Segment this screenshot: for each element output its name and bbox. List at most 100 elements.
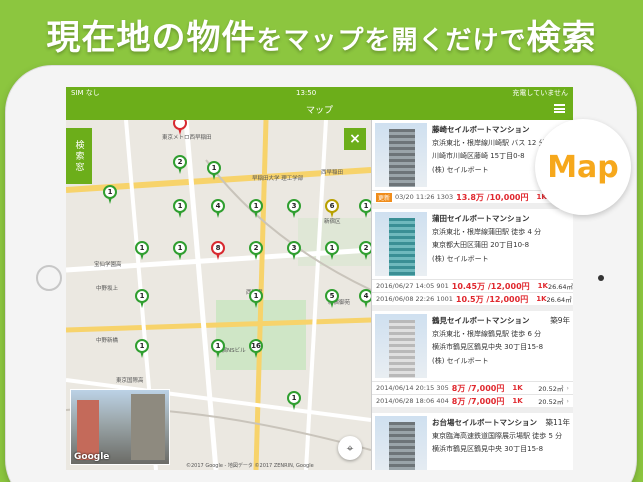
map-badge: Map xyxy=(535,119,631,215)
nav-bar: マップ xyxy=(66,99,573,120)
room-row[interactable]: 2014/06/14 20:15 305 8万 /7,000円 1K 20.52㎡ › xyxy=(372,381,573,394)
map-pin[interactable]: 4 xyxy=(359,289,371,308)
map-pin[interactable]: 1 xyxy=(359,199,371,218)
nav-title: マップ xyxy=(305,106,333,116)
current-location-button[interactable]: ⌖ xyxy=(338,436,362,460)
property-owner: (株) セイルボート xyxy=(432,356,489,365)
property-name: お台場セイルボートマンション xyxy=(432,418,537,427)
map-pin[interactable]: 2 xyxy=(173,155,187,174)
property-card[interactable]: お台場セイルボートマンション 築11年東京臨海高速鉄道国際展示場駅 徒歩 5 分横… xyxy=(372,413,573,470)
map-pin[interactable]: 1 xyxy=(249,289,263,308)
hamburger-menu-icon[interactable] xyxy=(554,104,565,113)
map-place-label: 西早稲田 xyxy=(321,170,344,176)
map-pin[interactable]: 2 xyxy=(249,241,263,260)
room-price: 8万 /7,000円 xyxy=(451,396,505,406)
room-date: 2016/06/08 22:26 1001 xyxy=(376,295,453,303)
map-place-label: 中野新橋 xyxy=(96,338,119,344)
room-layout: 1K xyxy=(537,282,548,290)
room-date: 2014/06/14 20:15 305 xyxy=(376,384,449,392)
room-price: 10.5万 /12,000円 xyxy=(455,294,529,304)
battery-status: 充電していません xyxy=(512,89,568,97)
map-place-label: 新宿区 xyxy=(324,219,341,225)
property-name: 蒲田セイルボートマンション xyxy=(432,214,530,223)
map-place-label: 宝仙学園高 xyxy=(94,262,122,268)
map-pin[interactable]: 1 xyxy=(135,339,149,358)
chevron-right-icon: › xyxy=(566,384,569,392)
map-pin[interactable]: 5 xyxy=(325,289,339,308)
map-pin[interactable]: 1 xyxy=(325,241,339,260)
app-screen: SIM なし 13:50 充電していません マップ 東京メトロ西早稲田 早稲田大学… xyxy=(66,87,573,470)
map-place-label: 東京国際高 xyxy=(116,378,144,384)
property-name: 藤崎セイルボートマンション xyxy=(432,125,530,134)
property-photo xyxy=(375,416,427,470)
room-date: 2016/06/27 14:05 901 xyxy=(376,282,449,290)
room-layout: 1K xyxy=(536,295,547,303)
close-button[interactable]: × xyxy=(344,128,366,150)
map-pin[interactable]: 16 xyxy=(249,339,263,358)
map-view[interactable]: 東京メトロ西早稲田 早稲田大学 理工学部 西早稲田 新宿区 新宿御苑 宝仙学園高 中野坂上新… xyxy=(66,120,371,470)
headline-part3: 検索 xyxy=(526,18,597,58)
room-layout: 1K xyxy=(512,397,523,405)
property-address: 東京都大田区蒲田 20丁目10-8 xyxy=(432,241,530,249)
updated-badge: 更新 xyxy=(376,192,393,202)
carrier-label: SIM なし xyxy=(71,89,100,97)
map-pin[interactable] xyxy=(173,120,187,135)
map-copyright: ©2017 Google - 地図データ ©2017 ZENRIN, Googl… xyxy=(186,463,314,469)
property-access: 東京臨海高速鉄道国際展示場駅 徒歩 5 分 xyxy=(432,431,563,440)
status-bar: SIM なし 13:50 充電していません xyxy=(66,87,573,99)
room-price: 8万 /7,000円 xyxy=(451,383,505,393)
room-row[interactable]: 2016/06/08 22:26 1001 10.5万 /12,000円 1K 26.… xyxy=(372,292,573,305)
property-photo xyxy=(375,314,427,378)
property-age: 築9年 xyxy=(550,316,570,325)
property-age: 築11年 xyxy=(545,418,570,427)
room-price: 10.45万 /12,000円 xyxy=(451,281,530,291)
property-photo xyxy=(375,123,427,187)
map-pin[interactable]: 1 xyxy=(173,241,187,260)
home-button[interactable] xyxy=(36,265,62,291)
room-area: 20.52㎡ xyxy=(538,398,564,406)
chevron-right-icon: › xyxy=(566,397,569,405)
map-pin[interactable]: 3 xyxy=(287,241,301,260)
map-pin[interactable]: 4 xyxy=(211,199,225,218)
property-photo xyxy=(375,212,427,276)
crosshair-icon: ⌖ xyxy=(346,440,354,455)
room-row[interactable]: 2016/06/27 14:05 901 10.45万 /12,000円 1K 26.… xyxy=(372,279,573,292)
property-access: 京浜東北・根岸線鶴見駅 徒歩 6 分 xyxy=(432,329,542,338)
camera-dot xyxy=(598,275,604,281)
clock: 13:50 xyxy=(296,89,317,97)
property-name: 鶴見セイルボートマンション xyxy=(432,316,530,325)
map-pin[interactable]: 1 xyxy=(103,185,117,204)
property-owner: (株) セイルボート xyxy=(432,254,489,263)
map-place-label: 中野坂上 xyxy=(96,286,119,292)
property-card[interactable]: 蒲田セイルボートマンション京浜東北・根岸線蒲田駅 徒歩 4 分東京都大田区蒲田 … xyxy=(372,209,573,305)
room-date: 03/20 11:26 1303 xyxy=(395,193,454,201)
headline-part1: 現在地の物件 xyxy=(46,18,257,58)
room-layout: 1K xyxy=(512,384,523,392)
room-price: 13.8万 /10,000円 xyxy=(456,192,529,202)
property-address: 横浜市鶴見区鶴見中央 30丁目15-8 xyxy=(432,343,544,351)
property-address: 横浜市鶴見区鶴見中央 30丁目15-8 xyxy=(432,445,544,453)
map-pin[interactable]: 1 xyxy=(135,241,149,260)
room-area: 26.64㎡ xyxy=(547,283,573,291)
map-pin[interactable]: 3 xyxy=(287,199,301,218)
map-pin[interactable]: 1 xyxy=(135,289,149,308)
map-pin[interactable]: 8 xyxy=(211,241,225,260)
map-pin[interactable]: 6 xyxy=(325,199,339,218)
room-row[interactable]: 2014/06/28 18:06 404 8万 /7,000円 1K 20.52㎡ › xyxy=(372,394,573,407)
google-logo: Google xyxy=(74,452,110,462)
room-date: 2014/06/28 18:06 404 xyxy=(376,397,449,405)
map-pin[interactable]: 1 xyxy=(249,199,263,218)
map-pin[interactable]: 1 xyxy=(287,391,301,410)
map-place-label: 早稲田大学 理工学部 xyxy=(252,176,304,182)
property-access: 京浜東北・根岸線蒲田駅 徒歩 4 分 xyxy=(432,227,542,236)
map-pin[interactable]: 1 xyxy=(173,199,187,218)
promo-headline: 現在地の物件をマップを開くだけで検索 xyxy=(0,10,643,59)
room-area: 26.64㎡ xyxy=(546,296,572,304)
search-window-tab[interactable]: 検索窓 xyxy=(66,128,92,184)
room-area: 20.52㎡ xyxy=(538,385,564,393)
headline-part2: をマップを開くだけで xyxy=(256,26,527,56)
map-pin[interactable]: 1 xyxy=(207,161,221,180)
property-card[interactable]: 鶴見セイルボートマンション 築9年 京浜東北・根岸線鶴見駅 徒歩 6 分横浜市鶴見区… xyxy=(372,311,573,407)
map-pin[interactable]: 2 xyxy=(359,241,371,260)
map-pin[interactable]: 1 xyxy=(211,339,225,358)
